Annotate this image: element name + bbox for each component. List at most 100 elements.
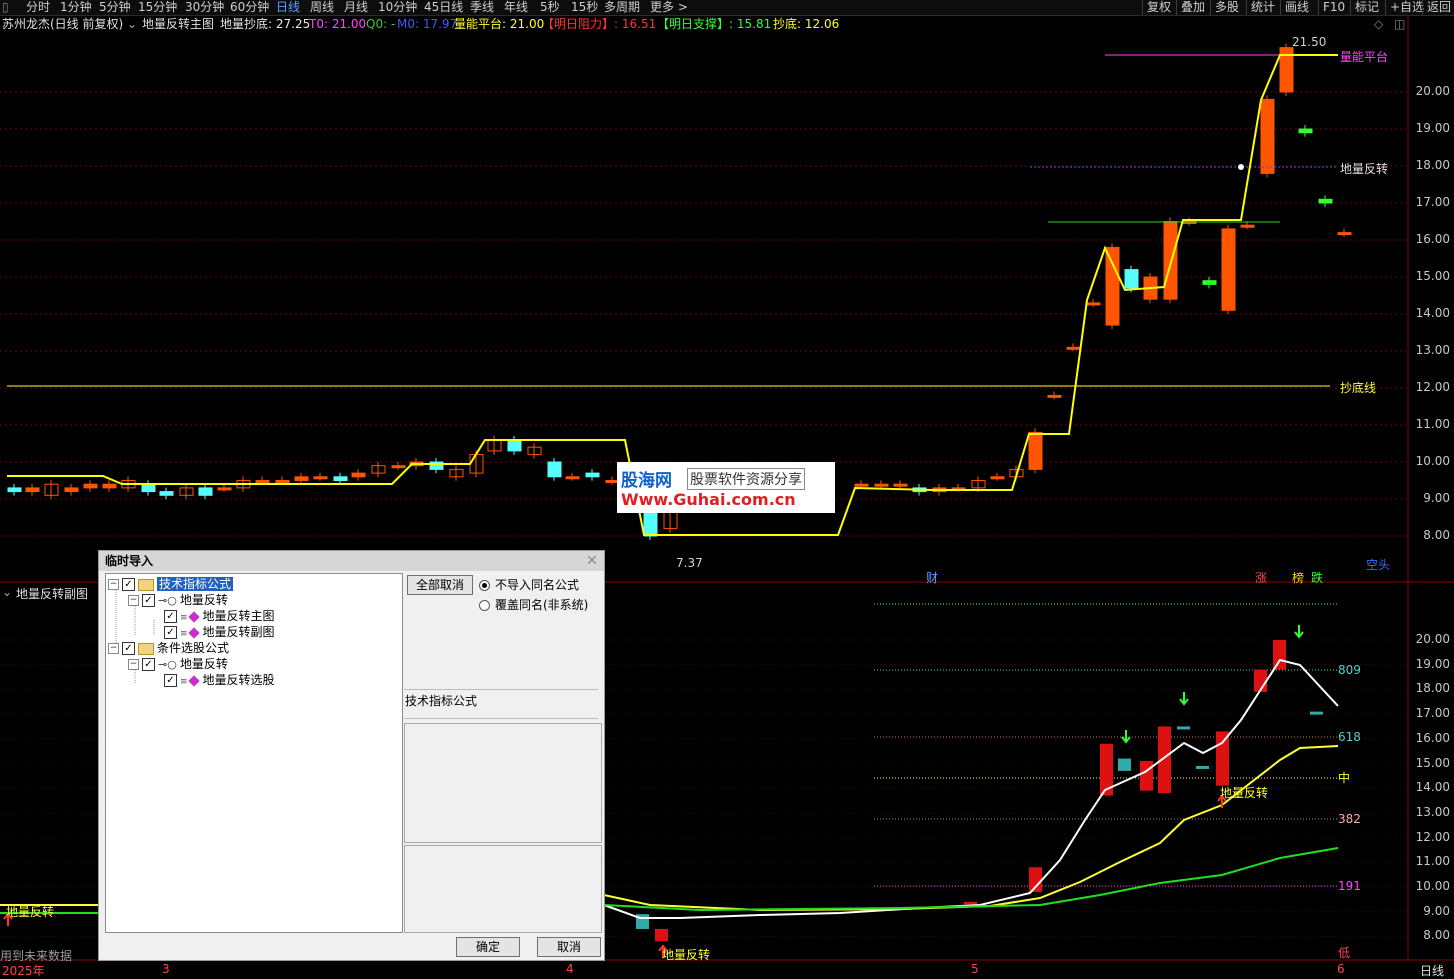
description-panel xyxy=(404,723,602,843)
checkbox[interactable]: ✓ xyxy=(164,674,177,687)
sub-y-axis-label: 17.00 xyxy=(1415,706,1450,721)
y-axis-label: 11.00 xyxy=(1415,417,1450,431)
checkbox[interactable]: ✓ xyxy=(142,594,155,607)
collapse-icon[interactable]: − xyxy=(128,659,139,670)
radio-unselected[interactable] xyxy=(479,600,490,611)
sell-arrow-icon xyxy=(1179,692,1189,706)
candle xyxy=(217,487,232,491)
import-dialog: 临时导入 ✕ − ✓ 技术指标公式 − ✓ ⊸○ 地量反转 ✓ ≡ 地量反转主图 ✓ ≡ 地量反转… xyxy=(98,550,605,961)
option-overwrite[interactable]: 覆盖同名(非系统) xyxy=(479,597,588,613)
sub-candle xyxy=(1216,731,1229,786)
formula-tree: − ✓ 技术指标公式 − ✓ ⊸○ 地量反转 ✓ ≡ 地量反转主图 ✓ ≡ 地量反转副图 − ✓ 条件… xyxy=(105,573,403,933)
fib-label: 382 xyxy=(1338,812,1361,826)
candle xyxy=(351,472,366,478)
sub-y-axis-label: 16.00 xyxy=(1415,730,1450,745)
sub-y-axis-label: 10.00 xyxy=(1415,879,1450,893)
type-label-box: 技术指标公式 xyxy=(404,689,598,719)
bottom-line-label: 抄底线 xyxy=(1340,381,1377,395)
period-indicator[interactable]: 日线 xyxy=(1420,962,1444,979)
y-axis-label: 13.00 xyxy=(1415,343,1450,357)
tree-node-main-chart[interactable]: ✓ ≡ 地量反转主图 xyxy=(164,608,275,624)
close-icon[interactable]: ✕ xyxy=(584,552,600,570)
sub-candle xyxy=(1273,640,1286,670)
dialog-title: 临时导入 xyxy=(105,554,154,568)
tree-node-reversal-2[interactable]: − ✓ ⊸○ 地量反转 xyxy=(128,656,228,672)
candle xyxy=(893,483,908,487)
sub-y-axis-label: 14.00 xyxy=(1415,780,1450,795)
candle xyxy=(1105,246,1120,326)
zhang-marker: 涨 xyxy=(1255,571,1268,585)
candle xyxy=(102,483,117,489)
candle xyxy=(333,476,348,481)
fib-label: 809 xyxy=(1338,663,1361,677)
candle xyxy=(7,487,22,493)
tree-node-reversal[interactable]: − ✓ ⊸○ 地量反转 xyxy=(128,592,228,608)
fib-label: 低 xyxy=(1338,946,1350,960)
cancel-all-button[interactable]: 全部取消 xyxy=(407,575,473,595)
candle xyxy=(294,476,309,481)
candle xyxy=(1047,394,1062,398)
candle xyxy=(1028,431,1043,470)
x-label: 6 xyxy=(1337,962,1345,976)
formula-small-icon: ≡ xyxy=(180,613,188,623)
tree-node-sub-chart[interactable]: ✓ ≡ 地量反转副图 xyxy=(164,624,275,640)
candle xyxy=(990,476,1005,480)
candle xyxy=(1221,228,1236,311)
tree-node-selection-formula[interactable]: ✓ ≡ 地量反转选股 xyxy=(164,672,275,688)
radio-selected[interactable] xyxy=(479,580,490,591)
tree-node-stock-selection[interactable]: − ✓ 条件选股公式 xyxy=(108,640,229,656)
candle xyxy=(585,472,600,478)
folder-icon xyxy=(138,578,154,591)
checkbox[interactable]: ✓ xyxy=(122,642,135,655)
sub-chart-title[interactable]: 地量反转副图 xyxy=(16,585,88,602)
formula-icon xyxy=(187,626,200,639)
checkbox[interactable]: ✓ xyxy=(164,626,177,639)
sub-y-axis-label: 12.00 xyxy=(1415,829,1450,844)
bang-marker: 榜 xyxy=(1292,571,1305,585)
candle xyxy=(1124,269,1139,289)
sub-reversal-label-2: 地量反转 xyxy=(662,948,711,962)
option-label: 不导入同名公式 xyxy=(495,578,580,592)
cancel-button[interactable]: 取消 xyxy=(537,937,601,957)
sell-arrow-icon xyxy=(1294,625,1304,639)
sub-y-axis-label: 18.00 xyxy=(1415,681,1450,696)
cai-marker: 财 xyxy=(926,571,939,585)
candle xyxy=(391,465,406,469)
option-skip-same[interactable]: 不导入同名公式 xyxy=(479,577,579,593)
sub-y-axis-label: 15.00 xyxy=(1415,755,1450,770)
y-axis-label: 17.00 xyxy=(1415,195,1450,209)
candle xyxy=(1163,221,1178,300)
reversal-dot xyxy=(1238,164,1244,170)
checkbox[interactable]: ✓ xyxy=(142,658,155,671)
fib-label: 中 xyxy=(1338,770,1350,785)
y-axis-label: 9.00 xyxy=(1423,491,1450,505)
sub-y-axis-label: 13.00 xyxy=(1415,804,1450,819)
left-reversal-label: 地量反转 xyxy=(6,905,55,919)
x-label: 5 xyxy=(971,962,979,976)
dialog-titlebar[interactable]: 临时导入 ✕ xyxy=(99,551,604,571)
ok-button[interactable]: 确定 xyxy=(456,937,520,957)
checkbox[interactable]: ✓ xyxy=(122,578,135,591)
candle xyxy=(1086,302,1101,306)
tree-node-tech-indicator[interactable]: − ✓ 技术指标公式 xyxy=(108,576,234,592)
tree-label: 地量反转副图 xyxy=(202,625,275,639)
candle xyxy=(64,487,79,493)
collapse-icon[interactable]: − xyxy=(108,643,119,654)
sell-arrow-icon xyxy=(1121,730,1131,744)
candle xyxy=(1240,224,1255,228)
checkbox[interactable]: ✓ xyxy=(164,610,177,623)
collapse-icon[interactable]: − xyxy=(128,595,139,606)
candle xyxy=(1298,128,1313,134)
sub-dropdown-icon[interactable]: ⌄ xyxy=(2,585,12,599)
sub-candle xyxy=(1118,758,1131,771)
collapse-icon[interactable]: − xyxy=(108,579,119,590)
x-label: 2025年 xyxy=(2,964,45,978)
candle xyxy=(159,491,174,496)
candle xyxy=(507,439,522,452)
preview-panel xyxy=(404,845,602,933)
type-label: 技术指标公式 xyxy=(405,694,478,708)
candle xyxy=(1066,346,1081,350)
x-label: 3 xyxy=(162,962,170,976)
candle xyxy=(547,461,562,478)
sub-candle xyxy=(1196,765,1209,769)
